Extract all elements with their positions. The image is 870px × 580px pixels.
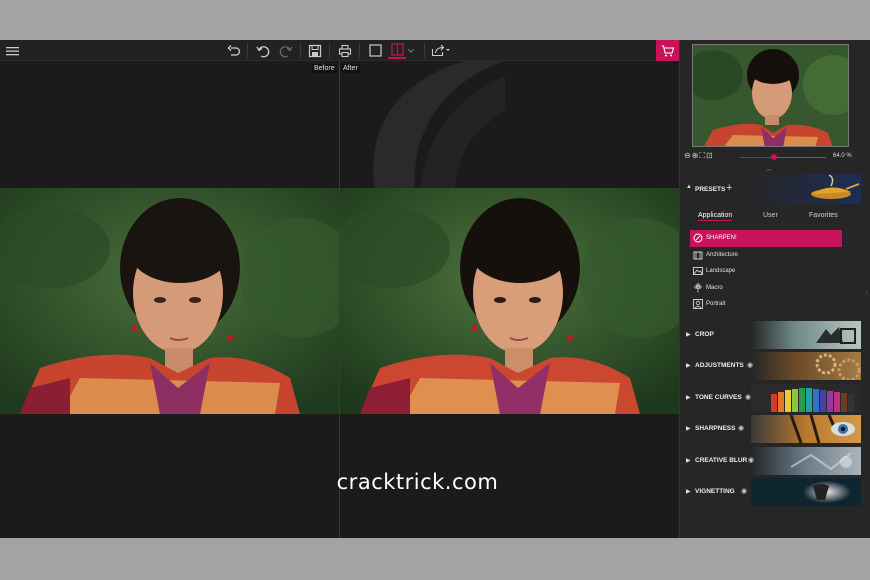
section-creative-blur[interactable]: ▶ CREATIVE BLUR ◉ <box>681 447 861 475</box>
after-image[interactable] <box>340 188 679 414</box>
redo-icon[interactable] <box>277 42 295 59</box>
gears-art <box>751 352 861 380</box>
flower-icon <box>692 282 703 293</box>
zoom-slider-knob[interactable] <box>771 154 778 160</box>
navigator-thumbnail[interactable] <box>692 44 849 147</box>
panel-collapse-icon[interactable]: › <box>865 288 868 297</box>
collapsed-arrow-icon: ▶ <box>686 363 691 369</box>
single-view-icon[interactable] <box>366 42 384 59</box>
visibility-eye-icon[interactable]: ◉ <box>745 393 751 401</box>
preset-label: Macro <box>706 284 723 291</box>
tab-user[interactable]: User <box>763 212 778 219</box>
preset-list: SHARPEN! Architecture Landscape Macro Po… <box>690 230 842 313</box>
preset-portrait[interactable]: Portrait <box>690 296 842 313</box>
crop-art <box>751 321 861 349</box>
expanded-arrow-icon: ▲ <box>686 184 692 190</box>
collapsed-arrow-icon: ▶ <box>686 489 691 495</box>
building-icon <box>692 249 703 260</box>
app-window: Before After cracktrick.com ⊖⊕⛶⊡ 64.0 % … <box>0 40 870 538</box>
visibility-eye-icon[interactable]: ◉ <box>738 424 744 432</box>
cart-button[interactable] <box>656 40 679 61</box>
section-tone-curves[interactable]: ▶ TONE CURVES ◉ <box>681 384 861 412</box>
save-icon[interactable] <box>306 42 324 59</box>
section-crop[interactable]: ▶ CROP <box>681 321 861 349</box>
visibility-eye-icon[interactable]: ◉ <box>748 456 754 464</box>
pencils-art <box>751 384 861 412</box>
collapsed-arrow-icon: ▶ <box>686 426 691 432</box>
preset-macro[interactable]: Macro <box>690 280 842 297</box>
before-image[interactable] <box>0 188 339 414</box>
after-label: After <box>341 64 360 73</box>
portrait-icon <box>692 299 703 310</box>
undo-all-icon[interactable] <box>225 42 243 59</box>
actual-size-icon[interactable]: ⊡ <box>706 151 714 160</box>
vignette-art <box>751 478 861 506</box>
right-panel: ⊖⊕⛶⊡ 64.0 % ︿ ▲ PRESETS + Application Us… <box>679 40 870 538</box>
preset-sharpen[interactable]: SHARPEN! <box>690 230 842 247</box>
visibility-eye-icon[interactable]: ◉ <box>747 361 753 369</box>
zoom-controls: ⊖⊕⛶⊡ 64.0 % <box>684 151 869 163</box>
tab-application[interactable]: Application <box>698 212 733 221</box>
split-divider[interactable] <box>339 61 340 538</box>
preset-label: Architecture <box>706 251 739 258</box>
before-label: Before <box>312 64 337 73</box>
section-adjustments[interactable]: ▶ ADJUSTMENTS ◉ <box>681 352 861 380</box>
view-dropdown-icon[interactable] <box>406 42 416 59</box>
landscape-icon <box>692 266 703 277</box>
collapsed-arrow-icon: ▶ <box>686 458 691 464</box>
visibility-eye-icon[interactable]: ◉ <box>741 487 747 495</box>
zoom-value: 64.0 % <box>833 153 852 159</box>
collapse-navigator-icon[interactable]: ︿ <box>766 164 772 173</box>
zoom-out-icon[interactable]: ⊖ <box>684 151 692 160</box>
tab-favorites[interactable]: Favorites <box>809 212 838 219</box>
collapsed-arrow-icon: ▶ <box>686 332 691 338</box>
share-icon[interactable] <box>430 42 452 59</box>
print-icon[interactable] <box>336 42 354 59</box>
cart-icon <box>661 44 674 56</box>
undo-icon[interactable] <box>254 42 272 59</box>
background-logo-shape <box>373 61 505 191</box>
preset-label: Landscape <box>706 268 736 275</box>
preset-label: Portrait <box>706 301 726 308</box>
split-view-icon[interactable] <box>388 42 406 59</box>
main-toolbar <box>0 40 679 61</box>
genie-lamp-art <box>751 174 861 204</box>
zoom-slider-fill <box>740 157 775 158</box>
menu-icon[interactable] <box>3 42 21 59</box>
preset-landscape[interactable]: Landscape <box>690 263 842 280</box>
image-canvas[interactable] <box>0 61 679 538</box>
preset-label: SHARPEN! <box>706 235 737 242</box>
blur-art <box>751 447 861 475</box>
section-sharpness[interactable]: ▶ SHARPNESS ◉ <box>681 415 861 443</box>
presets-header[interactable]: ▲ PRESETS + <box>681 174 861 204</box>
section-vignetting[interactable]: ▶ VIGNETTING ◉ <box>681 478 861 506</box>
sharpen-icon <box>692 233 703 244</box>
presets-title: PRESETS <box>695 186 726 193</box>
preset-architecture[interactable]: Architecture <box>690 247 842 264</box>
collapsed-arrow-icon: ▶ <box>686 395 691 401</box>
tiger-eye-art <box>751 415 861 443</box>
add-preset-icon[interactable]: + <box>726 182 732 194</box>
presets-tabs: Application User Favorites <box>690 212 860 224</box>
